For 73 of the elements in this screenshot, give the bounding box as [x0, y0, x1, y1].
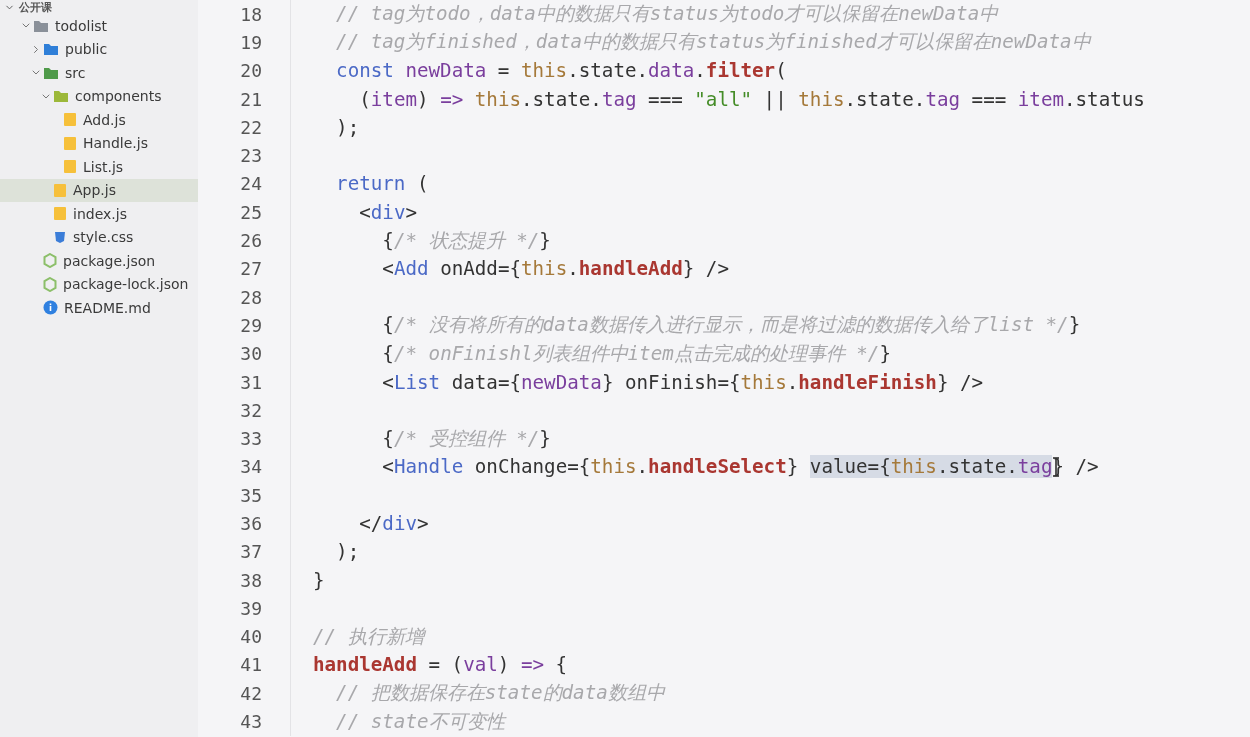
line-number: 40 — [239, 626, 262, 648]
file-tree-item[interactable]: components — [0, 84, 198, 108]
js-file-icon — [63, 135, 77, 151]
line-number: 19 — [239, 31, 262, 53]
code-line: // tag为todo，data中的数据只有status为todo才可以保留在newData中 — [335, 1, 999, 28]
line-number: 32 — [239, 399, 262, 421]
code-line: <List data={newData} onFinish={this.handleFinish} /> — [381, 370, 984, 394]
file-tree-item[interactable]: package-lock.json — [0, 272, 198, 296]
line-number: 35 — [239, 484, 262, 506]
code-line: {/* 没有将所有的data数据传入进行显示，而是将过滤的数据传入给了list */} — [381, 312, 1081, 339]
line-number: 36 — [239, 513, 262, 534]
code-line: {/* 受控组件 */} — [381, 425, 551, 452]
folder-icon — [43, 42, 59, 57]
line-number: 20 — [239, 60, 262, 82]
code-line: (item) => this.state.tag === "all" || this.state.tag === item.status — [358, 87, 1145, 111]
line-number: 34 — [239, 456, 262, 478]
line-number: 37 — [239, 541, 262, 563]
line-number: 42 — [239, 682, 262, 704]
code-line: <Add onAdd={this.handleAdd} /> — [381, 257, 729, 281]
line-number: 43 — [239, 711, 262, 733]
code-line: const newData = this.state.data.filter( — [335, 59, 787, 83]
code-line: // 把数据保存在state的data数组中 — [335, 680, 665, 707]
line-number: 21 — [239, 88, 262, 110]
code-line: // 执行新增 — [312, 623, 424, 650]
line-number: 41 — [239, 654, 262, 676]
file-tree-item[interactable]: index.js — [0, 202, 198, 226]
line-number: 38 — [239, 569, 262, 591]
code-line: </div> — [358, 512, 429, 535]
info-icon — [43, 300, 58, 316]
folder-icon — [43, 65, 59, 80]
explorer-root-item[interactable]: 公开课 — [0, 0, 198, 14]
code-line: handleAdd = (val) => { — [312, 653, 568, 677]
line-number: 22 — [239, 116, 262, 138]
line-number: 39 — [239, 597, 262, 619]
folder-icon — [33, 18, 49, 33]
code-line: ); — [335, 540, 360, 564]
file-tree-item[interactable]: Handle.js — [0, 131, 198, 155]
file-tree-item[interactable]: App.js — [0, 178, 198, 202]
code-line: // tag为finished，data中的数据只有status为finished才可以保留在newData中 — [335, 29, 1091, 56]
code-line: return ( — [335, 172, 429, 196]
file-tree-item[interactable]: public — [0, 37, 198, 61]
code-line: <div> — [358, 200, 417, 224]
file-tree-item[interactable]: README.md — [0, 296, 198, 320]
line-number: 18 — [239, 3, 262, 25]
file-tree-item[interactable]: src — [0, 61, 198, 85]
file-tree-item[interactable]: style.css — [0, 225, 198, 249]
file-tree-item[interactable]: package.json — [0, 249, 198, 273]
code-line: {/* onFinishl列表组件中item点击完成的处理事件 */} — [381, 340, 891, 367]
json-file-icon — [43, 276, 57, 292]
js-file-icon — [63, 112, 77, 128]
code-line: } — [312, 568, 325, 592]
file-tree-item[interactable]: todolist — [0, 14, 198, 38]
line-number: 27 — [239, 258, 262, 280]
json-file-icon — [43, 253, 57, 269]
css-file-icon — [53, 229, 67, 245]
line-number: 24 — [239, 173, 262, 195]
js-file-icon — [53, 206, 67, 222]
code-line: {/* 状态提升 */} — [381, 227, 551, 254]
line-number: 23 — [239, 145, 262, 167]
js-file-icon — [63, 159, 77, 175]
line-number: 30 — [239, 343, 262, 365]
code-line: // state不可变性 — [335, 708, 505, 735]
line-number: 28 — [239, 286, 262, 308]
line-number: 26 — [239, 230, 262, 251]
line-number: 33 — [239, 428, 262, 450]
file-tree-item[interactable]: Add.js — [0, 108, 198, 132]
js-file-icon — [53, 182, 67, 198]
file-tree-item[interactable]: List.js — [0, 155, 198, 179]
line-number: 31 — [239, 371, 262, 393]
code-line: ); — [335, 115, 360, 139]
line-number: 25 — [239, 201, 262, 223]
folder-icon — [53, 89, 69, 104]
line-number: 29 — [239, 314, 262, 336]
